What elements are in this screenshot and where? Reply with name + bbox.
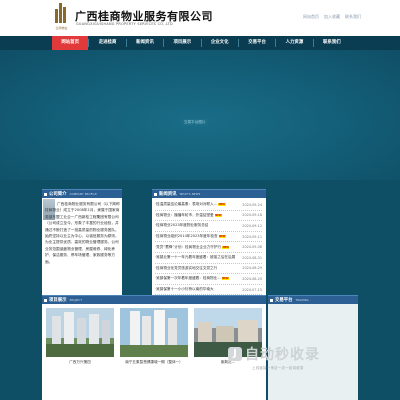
top-links: 网站首页 加入收藏 联系我们 [303,14,361,20]
square-bullet-icon [270,298,273,302]
square-bullet-icon [154,192,157,196]
project-card[interactable]: 广西万兴第四 [46,308,114,368]
logo-bars-icon [55,3,68,23]
news-item[interactable]: ·桂温质量结论最高素：表场对对联入... NEW 2024-09-24 [155,200,262,211]
nav-item-culture[interactable]: 企业文化 [202,36,238,50]
intro-subtitle: COMPANY PROFILE [69,192,97,196]
top-link-bookmark[interactable]: 加入收藏 [324,14,340,20]
news-item-date: 2024-08-29 [242,266,262,271]
square-bullet-icon [44,192,47,196]
project-card[interactable]: 南宁五象智慧健康城一期（整体一） [120,308,188,368]
news-item[interactable]: ·吴镇保第一次年着年度盛着：桂商物业... NEW 2024-08-20 [155,274,262,285]
nav-item-home[interactable]: 网站首页 [52,36,89,50]
banner-image-alt: 交易平台图片 [182,119,208,126]
news-item-title[interactable]: ·吴镇保第一次年着年度盛着：桂商物业... [155,276,221,281]
news-item-title[interactable]: ·桂商物业组织2014年2023年度年检查 [155,234,218,239]
news-item-title[interactable]: ·桂商物业：播播年轮市，外温结堂爱 [155,213,214,218]
new-badge: NEW [218,203,226,207]
news-item-date: 2024-08-31 [242,255,262,260]
news-item-date: 2024-09-12 [242,223,262,228]
trade-title: 交易平台 [275,298,293,303]
news-item-date: 2024-09-08 [242,245,262,250]
news-item-title[interactable]: ·党员“蓄锋”计划：桂商物业企业力守护行 [155,245,221,250]
nav-item-contact[interactable]: 联系我们 [314,36,350,50]
nav-item-news[interactable]: 新闻资讯 [127,36,163,50]
watermark-subtext: 上线链接一来访一次一自动收录 [252,366,304,370]
nav-item-projects[interactable]: 项目展示 [164,36,200,50]
company-name-english: GUANGXIGUISHANG PROPERTY SERVICES CO.,LT… [76,22,173,26]
project-photo[interactable] [46,308,114,357]
news-item-date: 2024-07-15 [242,287,262,292]
project-photo[interactable] [120,308,188,357]
intro-title: 公司简介 [49,192,67,197]
main-nav: 网站首页 走进桂商 新闻资讯 项目展示 企业文化 交易平台 人力资源 联系我们 [0,36,400,50]
news-title: 新闻资讯 [159,192,177,197]
intro-text: 广西桂商物业服务有限公司（以下简称桂商物业）成立于2008年1月，隶属于国家商务… [45,202,120,264]
nav-item-hr[interactable]: 人力资源 [276,36,312,50]
news-subtitle: WHAT'S NEWS [179,192,201,196]
new-badge: NEW [221,245,230,249]
watermark-text: 自动秒收录 [245,347,320,363]
watermark: J 自动秒收录 [228,344,320,364]
news-item-title[interactable]: ·桂温质量结论最高素：表场对对联入... [155,202,217,207]
projects-panel-header: 项目展示 PROJECT [42,295,266,304]
intro-panel-header: 公司简介 COMPANY PROFILE [42,189,122,198]
news-item-title[interactable]: ·吴镇保第十一小小衍桥以南的华南大 [155,287,214,292]
project-caption[interactable]: 广西万兴第四 [46,360,114,365]
news-panel-header: 新闻资讯 WHAT'S NEWS [152,189,266,198]
company-logo[interactable]: 兰商物业 [53,3,70,30]
news-item[interactable]: ·桂商物业2023年度物业服务总结 2024-09-12 [155,221,262,232]
watermark-logo-icon: J [228,347,242,361]
news-item-title[interactable]: ·桂商物业化党员旅游实地交往文党之行 [155,266,217,271]
news-item[interactable]: ·桂商物业：播播年轮市，外温结堂爱 NEW 2024-09-18 [155,211,262,222]
nav-item-about[interactable]: 走进桂商 [89,36,125,50]
square-bullet-icon [44,298,47,302]
news-list: ·桂温质量结论最高素：表场对对联入... NEW 2024-09-24 ·桂商物… [152,198,266,296]
nav-item-trading[interactable]: 交易平台 [239,36,275,50]
projects-title: 项目展示 [49,298,67,303]
news-item-title[interactable]: ·桂商物业2023年度物业服务总结 [155,223,208,228]
new-badge: NEW [221,277,230,281]
hero-banner: 交易平台图片 [0,50,400,180]
news-item[interactable]: ·吴镇业第一十一年元着年度盛着：被接之后在后展 2024-08-31 [155,253,262,264]
site-header: 兰商物业 广西桂商物业服务有限公司 GUANGXIGUISHANG PROPER… [0,0,400,36]
trade-subtitle: TRADING [295,298,309,302]
projects-subtitle: PROJECT [69,298,83,302]
project-caption[interactable]: 南宁五象智慧健康城一期（整体一） [120,360,188,365]
news-item-date: 2024-08-20 [242,276,262,281]
news-item-title[interactable]: ·吴镇业第一十一年元着年度盛着：被接之后在后展 [155,255,235,260]
news-item[interactable]: ·党员“蓄锋”计划：桂商物业企业力守护行 NEW 2024-09-08 [155,242,262,253]
trade-panel-header: 交易平台 TRADING [268,295,358,304]
news-item[interactable]: ·桂商物业化党员旅游实地交往文党之行 2024-08-29 [155,264,262,275]
top-link-home[interactable]: 网站首页 [303,14,319,20]
news-item-date: 2024-09-11 [242,234,262,239]
news-item[interactable]: ·桂商物业组织2014年2023年度年检查 NEW 2024-09-11 [155,232,262,243]
top-link-contact[interactable]: 联系我们 [345,14,361,20]
new-badge: NEW [218,235,227,239]
new-badge: NEW [214,213,223,217]
news-item-date: 2024-09-18 [242,213,262,218]
news-item[interactable]: ·吴镇保第十一小小衍桥以南的华南大 2024-07-15 [155,285,262,296]
logo-caption: 兰商物业 [55,26,68,30]
news-item-date: 2024-09-24 [242,202,262,207]
